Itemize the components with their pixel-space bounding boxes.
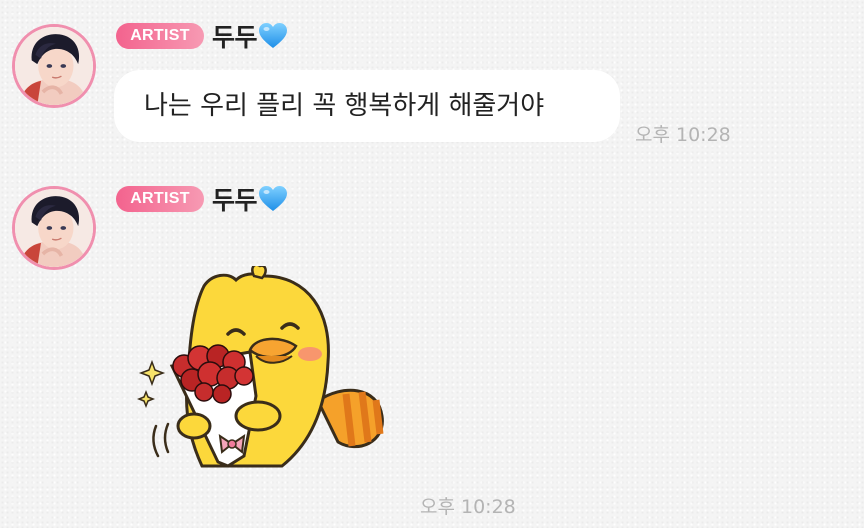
sparkle-icon	[136, 359, 166, 409]
sender-name: 두두	[212, 186, 258, 215]
artist-badge: ARTIST	[116, 23, 204, 49]
avatar[interactable]	[12, 24, 96, 108]
avatar[interactable]	[12, 186, 96, 270]
avatar-portrait-icon	[15, 27, 93, 105]
avatar-portrait-icon	[15, 189, 93, 267]
message-2: ARTIST 두두 오후 10:28	[0, 170, 864, 528]
blue-heart-icon	[259, 186, 288, 211]
message-1: ARTIST 두두 나는 우리 플리 꼭 행복하게 해줄거야 오후 10:28	[0, 0, 864, 170]
message-timestamp: 오후 10:28	[635, 124, 731, 146]
sender-name: 두두	[212, 23, 258, 52]
duck-bouquet-sticker[interactable]	[132, 266, 392, 476]
artist-badge: ARTIST	[116, 186, 204, 212]
blue-heart-icon	[259, 23, 288, 48]
sender-row: ARTIST 두두	[116, 184, 288, 215]
sender-row: ARTIST 두두	[116, 21, 288, 52]
message-timestamp: 오후 10:28	[420, 496, 516, 518]
message-bubble[interactable]: 나는 우리 플리 꼭 행복하게 해줄거야	[114, 70, 620, 142]
